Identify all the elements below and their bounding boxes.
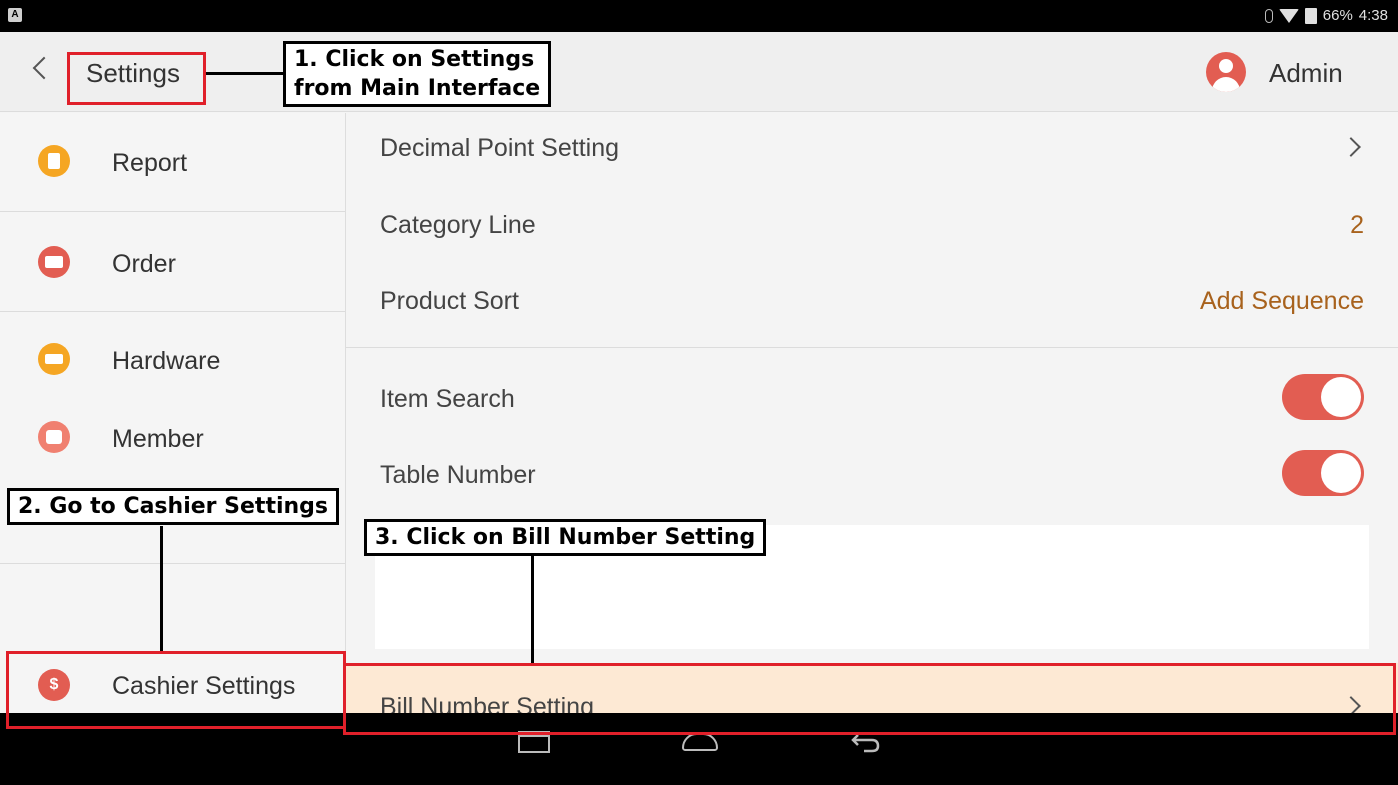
report-icon bbox=[38, 145, 70, 177]
callout-connector bbox=[206, 72, 286, 75]
step3-callout: 3. Click on Bill Number Setting bbox=[364, 519, 767, 556]
step1-text-line2: from Main Interface bbox=[294, 76, 541, 101]
section-divider bbox=[346, 347, 1398, 348]
row-label: Product Sort bbox=[380, 287, 519, 315]
battery-icon bbox=[1304, 7, 1317, 24]
order-icon bbox=[38, 246, 70, 278]
sidebar-divider bbox=[0, 563, 345, 564]
row-label: Table Number bbox=[380, 461, 536, 489]
crown-icon bbox=[38, 421, 70, 453]
chevron-right-icon bbox=[1341, 137, 1361, 157]
bluetooth-icon bbox=[1264, 8, 1273, 23]
row-value: 2 bbox=[1350, 211, 1364, 239]
decimal-point-setting-row[interactable]: Decimal Point Setting bbox=[346, 113, 1398, 183]
item-search-row: Item Search bbox=[346, 363, 1398, 433]
table-number-toggle[interactable] bbox=[1282, 450, 1364, 496]
sidebar-item-label: Hardware bbox=[112, 347, 221, 375]
sidebar-item-label: Member bbox=[112, 425, 204, 453]
clock: 4:38 bbox=[1358, 7, 1388, 24]
sidebar-item-report[interactable]: Report bbox=[0, 113, 345, 211]
cashier-settings-highlight bbox=[6, 651, 346, 729]
product-sort-row[interactable]: Product Sort Add Sequence bbox=[346, 269, 1398, 335]
row-label: Decimal Point Setting bbox=[380, 134, 620, 162]
sidebar-item-label: Report bbox=[112, 149, 188, 177]
row-value[interactable]: Add Sequence bbox=[1200, 287, 1364, 316]
step2-callout: 2. Go to Cashier Settings bbox=[7, 488, 340, 525]
status-indicators: 66% 4:38 bbox=[1264, 7, 1388, 24]
back-arrow-icon[interactable] bbox=[32, 56, 56, 80]
notification-icon: A bbox=[8, 8, 22, 22]
callout-connector bbox=[531, 556, 534, 664]
table-number-row: Table Number bbox=[346, 439, 1398, 509]
sidebar-item-member[interactable]: Member bbox=[0, 390, 345, 468]
status-bar: A 66% 4:38 bbox=[0, 0, 1398, 32]
step1-callout: 1. Click on Settings from Main Interface bbox=[283, 41, 552, 107]
sidebar-item-hardware[interactable]: Hardware bbox=[0, 312, 345, 390]
category-line-row[interactable]: Category Line 2 bbox=[346, 193, 1398, 259]
settings-highlight bbox=[67, 52, 206, 105]
printer-icon bbox=[38, 343, 70, 375]
settings-panel: Decimal Point Setting Category Line 2 Pr… bbox=[346, 113, 1398, 721]
bill-number-highlight bbox=[343, 663, 1396, 735]
user-name[interactable]: Admin bbox=[1269, 58, 1343, 89]
item-search-toggle[interactable] bbox=[1282, 374, 1364, 420]
battery-level: 66% bbox=[1322, 7, 1353, 24]
row-label: Category Line bbox=[380, 211, 536, 239]
sidebar: Report Order Hardware Member $ Cashier S… bbox=[0, 113, 346, 713]
sidebar-item-order[interactable]: Order bbox=[0, 212, 345, 311]
callout-connector bbox=[160, 526, 163, 651]
row-label: Item Search bbox=[380, 385, 515, 413]
step1-text-line1: 1. Click on Settings bbox=[294, 47, 535, 72]
wifi-icon bbox=[1278, 8, 1299, 23]
home-icon[interactable] bbox=[682, 733, 718, 751]
sidebar-item-label: Order bbox=[112, 250, 176, 278]
user-avatar-icon[interactable] bbox=[1206, 52, 1246, 92]
